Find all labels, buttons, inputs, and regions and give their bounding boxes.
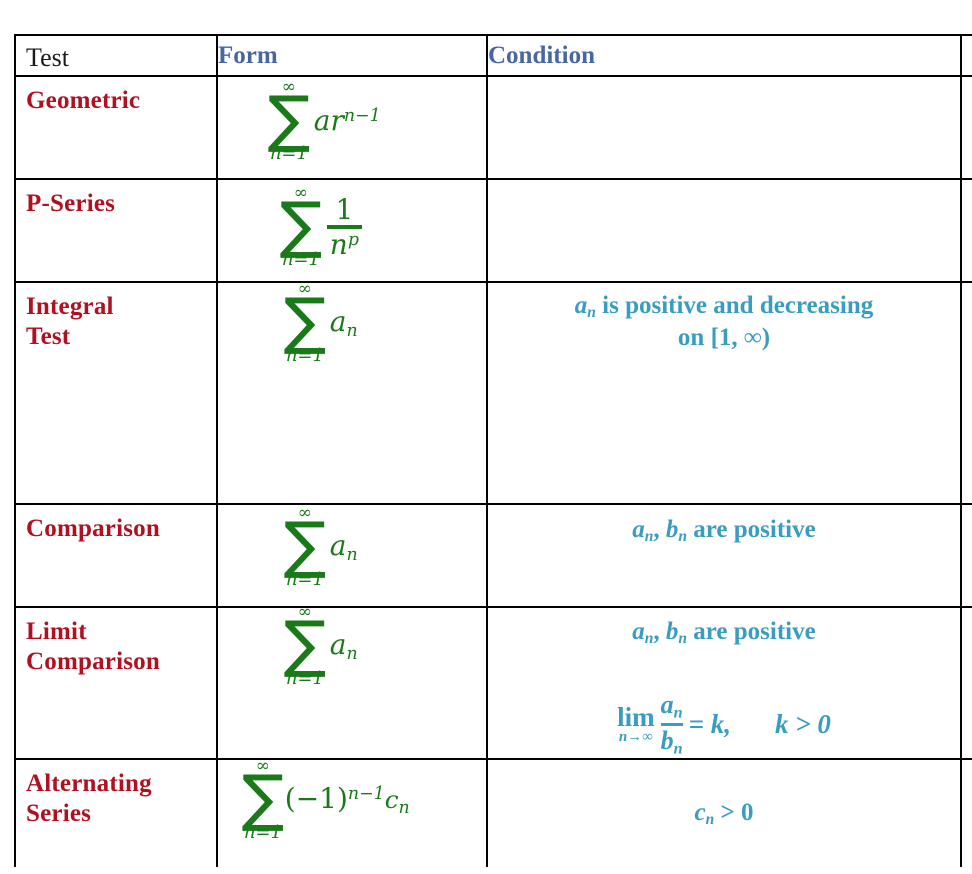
test-cell-limit-comparison: Limit Comparison	[16, 608, 218, 758]
sigma-glyph: ∑	[279, 188, 323, 261]
test-name-comparison: Comparison	[26, 515, 160, 542]
condition-line-2: on [1, ∞)	[677, 323, 771, 351]
summand-integral-test: an	[329, 304, 358, 341]
test-cell-integral-test: Integral Test	[16, 283, 218, 503]
condition-cell-integral-test: an is positive and decreasing on [1, ∞)	[488, 283, 962, 503]
form-cell-limit-comparison: ∞ ∑ n=1 an	[218, 604, 488, 758]
table-row-integral-test: Integral Test ∞ ∑ n=1 an an is positive …	[16, 281, 972, 505]
limit-constraint: k > 0	[774, 709, 831, 740]
series-tests-table: Test Form Condition Geometric ∞ ∑ n=1 ar…	[14, 34, 972, 867]
test-name-p-series: P-Series	[26, 190, 116, 217]
formula-p-series: ∞ ∑ n=1 1 np	[280, 185, 362, 269]
condition-cell-comparison: an, bn are positive	[488, 505, 962, 606]
test-name-limit-comparison: Limit Comparison	[26, 618, 160, 675]
limit-equals: = k,	[688, 709, 731, 740]
test-cell-alternating-series: Alternating Series	[16, 760, 218, 867]
formula-geometric: ∞ ∑ n=1 arn−1	[268, 79, 381, 163]
header-label-condition: Condition	[488, 42, 595, 69]
summand-comparison: an	[329, 528, 358, 565]
limit-expression-limit-comparison: lim n→∞ an bn = k, k > 0	[488, 691, 960, 759]
header-cell-form: Form	[218, 36, 488, 75]
test-cell-p-series: P-Series	[16, 180, 218, 281]
summation-symbol-p-series: ∞ ∑ n=1	[279, 183, 323, 270]
table-header-row: Test Form Condition	[16, 36, 972, 77]
sigma-glyph: ∑	[283, 607, 327, 680]
summation-symbol-comparison: ∞ ∑ n=1	[283, 503, 327, 590]
limit-fraction: an bn	[660, 690, 683, 759]
condition-text-comparison: an, bn are positive	[632, 516, 816, 546]
header-label-test: Test	[26, 42, 69, 72]
table-row-comparison: Comparison ∞ ∑ n=1 an an, bn are positiv…	[16, 505, 972, 608]
condition-text-limit-comparison: an, bn are positive	[632, 618, 816, 648]
formula-integral-test: ∞ ∑ n=1 an	[284, 281, 358, 365]
fraction-denominator: np	[329, 227, 359, 261]
test-name-geometric: Geometric	[26, 87, 141, 114]
condition-cell-alternating-series: cn > 0	[488, 760, 962, 867]
summand-geometric: arn−1	[313, 104, 381, 138]
test-name-integral-test: Integral Test	[26, 293, 114, 350]
summation-symbol-limit-comparison: ∞ ∑ n=1	[283, 602, 327, 689]
formula-alternating-series: ∞ ∑ n=1 (−1)n−1cn	[242, 758, 410, 842]
form-cell-p-series: ∞ ∑ n=1 1 np	[218, 180, 488, 281]
header-label-form: Form	[218, 42, 278, 69]
sigma-glyph: ∑	[241, 761, 285, 834]
extra-cell-comparison	[962, 505, 972, 606]
table-row-p-series: P-Series ∞ ∑ n=1 1 np	[16, 180, 972, 283]
summation-symbol-alternating-series: ∞ ∑ n=1	[241, 756, 285, 843]
limit-denominator: bn	[660, 726, 683, 758]
extra-cell-alternating-series	[962, 760, 972, 867]
header-cell-test: Test	[16, 36, 218, 75]
condition-text-integral-test: an is positive and decreasing on [1, ∞)	[488, 291, 960, 353]
table-row-limit-comparison: Limit Comparison ∞ ∑ n=1 an an, bn are p…	[16, 604, 972, 760]
table-row-geometric: Geometric ∞ ∑ n=1 arn−1	[16, 77, 972, 180]
formula-comparison: ∞ ∑ n=1 an	[284, 505, 358, 589]
form-cell-geometric: ∞ ∑ n=1 arn−1	[218, 77, 488, 178]
limit-numerator: an	[660, 690, 683, 722]
condition-cell-geometric	[488, 77, 962, 178]
condition-line-1: an is positive and decreasing	[574, 292, 874, 322]
summand-alternating-series: (−1)n−1cn	[284, 781, 410, 818]
header-cell-extra	[962, 36, 972, 75]
formula-limit-comparison: ∞ ∑ n=1 an	[284, 604, 358, 688]
table-row-alternating-series: Alternating Series ∞ ∑ n=1 (−1)n−1cn cn …	[16, 758, 972, 867]
test-cell-comparison: Comparison	[16, 505, 218, 606]
extra-cell-limit-comparison	[962, 608, 972, 758]
limit-operator: lim n→∞	[617, 702, 655, 746]
condition-cell-limit-comparison: an, bn are positive lim n→∞ an bn = k, k…	[488, 608, 962, 758]
condition-text-alternating-series: cn > 0	[694, 799, 754, 829]
header-cell-condition: Condition	[488, 36, 962, 75]
condition-cell-p-series	[488, 180, 962, 281]
sigma-glyph: ∑	[283, 284, 327, 357]
form-cell-comparison: ∞ ∑ n=1 an	[218, 505, 488, 606]
summation-symbol-geometric: ∞ ∑ n=1	[267, 77, 311, 164]
sigma-glyph: ∑	[267, 82, 311, 155]
test-cell-geometric: Geometric	[16, 77, 218, 178]
summand-limit-comparison: an	[329, 627, 358, 664]
sigma-glyph: ∑	[283, 508, 327, 581]
fraction-one-over-n-to-p: 1 np	[326, 194, 362, 261]
extra-cell-integral-test	[962, 283, 972, 503]
test-name-alternating-series: Alternating Series	[26, 770, 152, 827]
form-cell-alternating-series: ∞ ∑ n=1 (−1)n−1cn	[218, 758, 488, 867]
summation-symbol-integral-test: ∞ ∑ n=1	[283, 279, 327, 366]
extra-cell-p-series	[962, 180, 972, 281]
extra-cell-geometric	[962, 77, 972, 178]
form-cell-integral-test: ∞ ∑ n=1 an	[218, 281, 488, 503]
